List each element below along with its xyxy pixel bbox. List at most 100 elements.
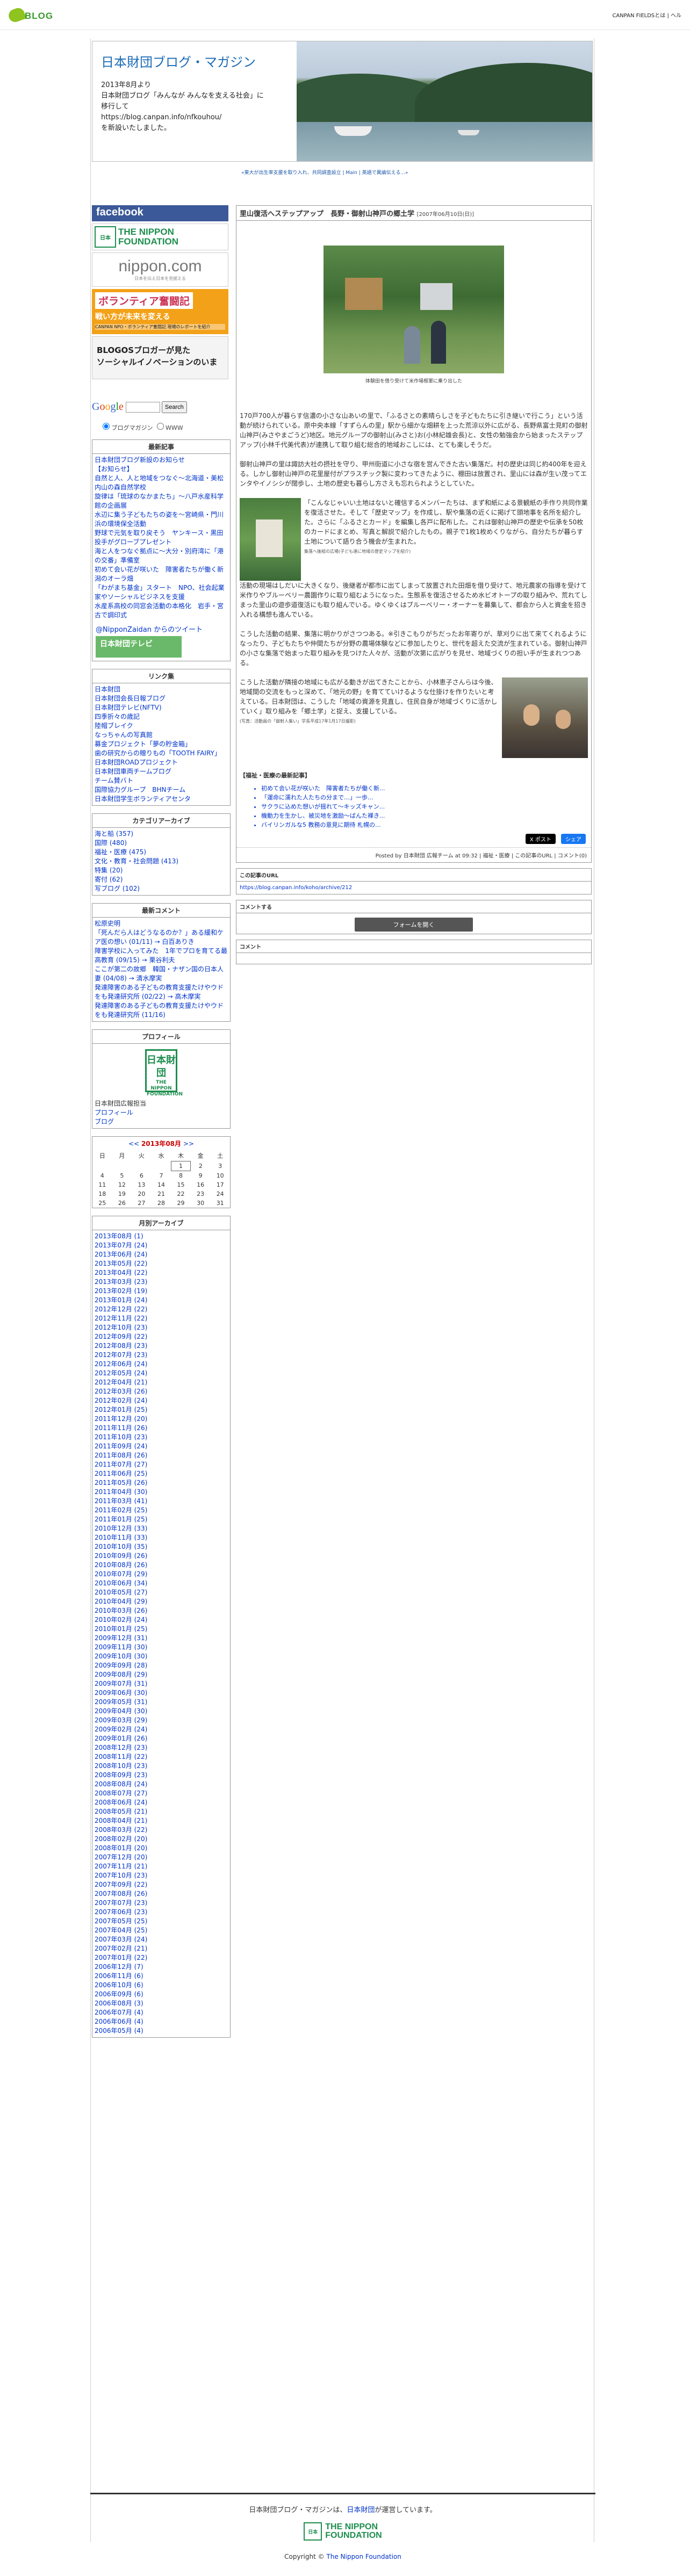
external-link[interactable]: 募金プロジェクト「夢の貯金箱」 [95,740,228,749]
archive-link[interactable]: 2006年05月 (4) [95,2026,228,2036]
related-post-link[interactable]: バイリンガルな5 教務の意見に期待 札幌の... [261,820,588,829]
archive-link[interactable]: 2012年01月 (25) [95,1405,228,1415]
archive-link[interactable]: 2009年12月 (31) [95,1634,228,1643]
archive-link[interactable]: 2011年05月 (26) [95,1478,228,1488]
archive-link[interactable]: 2011年08月 (26) [95,1451,228,1460]
archive-link[interactable]: 2006年08月 (3) [95,1999,228,2008]
search-button[interactable]: Search [161,401,187,413]
calendar-day[interactable]: 28 [152,1199,171,1208]
archive-link[interactable]: 2006年10月 (6) [95,1981,228,1990]
category-link[interactable]: 国際 (480) [95,839,228,848]
archive-link[interactable]: 2007年11月 (21) [95,1862,228,1871]
archive-link[interactable]: 2006年09月 (6) [95,1990,228,1999]
archive-link[interactable]: 2008年09月 (23) [95,1771,228,1780]
comment-link[interactable]: ここが第二の故郷 韓国・ナザン国の日本人妻 (04/08) → 清水摩実 [95,965,228,983]
external-link[interactable]: チーム賛バト [95,776,228,785]
archive-link[interactable]: 2012年05月 (24) [95,1369,228,1378]
recent-post-link[interactable]: 【お知らせ】 [95,465,228,474]
calendar-day[interactable]: 1 [170,1161,191,1171]
radio-www[interactable] [156,423,164,430]
archive-link[interactable]: 2012年12月 (22) [95,1305,228,1314]
archive-link[interactable]: 2010年03月 (26) [95,1606,228,1615]
archive-link[interactable]: 2010年09月 (26) [95,1552,228,1561]
archive-link[interactable]: 2010年02月 (24) [95,1615,228,1625]
calendar-day[interactable]: 8 [171,1171,191,1181]
comment-link[interactable]: 発達障害のある子どもの教育支援たけやウドをも発達研究所 (11/16) [95,1001,228,1020]
archive-link[interactable]: 2009年10月 (30) [95,1652,228,1661]
external-link[interactable]: 日本財団学生ボランティアセンタ [95,795,228,804]
archive-link[interactable]: 2011年06月 (25) [95,1469,228,1478]
archive-link[interactable]: 2008年07月 (27) [95,1789,228,1798]
comment-link[interactable]: 発達障害のある子どもの教育支援たけやウドをも発達研究所 (02/22) → 高木… [95,983,228,1001]
category-link[interactable]: 海と船 (357) [95,829,228,839]
external-link[interactable]: なっちゃんの写真館 [95,731,228,740]
external-link[interactable]: 日本財団 [95,685,228,694]
profile-link[interactable]: プロフィール [95,1108,228,1117]
archive-link[interactable]: 2009年08月 (29) [95,1670,228,1679]
calendar-day[interactable]: 4 [92,1171,112,1181]
archive-link[interactable]: 2013年03月 (23) [95,1278,228,1287]
archive-link[interactable]: 2011年10月 (23) [95,1433,228,1442]
archive-link[interactable]: 2008年10月 (23) [95,1762,228,1771]
external-link[interactable]: 歯の研究からの贈りもの「TOOTH FAIRY」 [95,749,228,758]
article-url[interactable]: https://blog.canpan.info/koho/archive/21… [236,882,591,894]
external-link[interactable]: 陸帽ブレイク [95,721,228,731]
calendar-day[interactable]: 19 [112,1189,132,1199]
archive-link[interactable]: 2011年02月 (25) [95,1506,228,1515]
archive-link[interactable]: 2013年02月 (19) [95,1287,228,1296]
calendar-day[interactable]: 25 [92,1199,112,1208]
archive-link[interactable]: 2012年03月 (26) [95,1387,228,1396]
archive-link[interactable]: 2010年12月 (33) [95,1524,228,1533]
archive-link[interactable]: 2008年01月 (20) [95,1844,228,1853]
archive-link[interactable]: 2008年03月 (22) [95,1825,228,1835]
nippon-com-banner[interactable]: nippon.com 日本を伝え日本を見据える [92,252,228,287]
twitter-link[interactable]: @NipponZaidan からのツイート [92,622,230,636]
search-input[interactable] [125,401,160,413]
nippon-foundation-banner[interactable]: 日本 THE NIPPON FOUNDATION [92,223,228,250]
related-post-link[interactable]: 機動力を生かし、被災地を激励〜ばんた裸き... [261,811,588,820]
calendar-day[interactable]: 21 [152,1189,171,1199]
external-link[interactable]: 四季折々の歳記 [95,712,228,721]
category-link[interactable]: 文化・教育・社会問題 (413) [95,857,228,866]
calendar-day[interactable]: 12 [112,1180,132,1189]
archive-link[interactable]: 2007年06月 (23) [95,1908,228,1917]
external-link[interactable]: 日本財団車両チームブログ [95,767,228,776]
recent-post-link[interactable]: 自然と人、人と地域をつなぐ〜北海道・美松内山の森自然学校 [95,474,228,492]
archive-link[interactable]: 2012年02月 (24) [95,1396,228,1405]
archive-link[interactable]: 2012年11月 (22) [95,1314,228,1323]
archive-link[interactable]: 2013年04月 (22) [95,1268,228,1278]
facebook-share-button[interactable]: シェア [561,834,586,844]
open-form-button[interactable]: フォームを開く [355,918,473,932]
category-link[interactable]: 写ブログ (102) [95,884,228,893]
calendar-day[interactable]: 2 [191,1161,211,1171]
archive-link[interactable]: 2007年02月 (21) [95,1944,228,1953]
footer-foundation-link[interactable]: 日本財団 [347,2506,375,2514]
archive-link[interactable]: 2007年03月 (24) [95,1935,228,1944]
blog-title[interactable]: 日本財団ブログ・マガジン [101,53,288,73]
breadcrumb[interactable]: «東大が出生率支援を取り入れ、共同調査設立 | Main | 英語で異論伝える.… [241,169,591,177]
archive-link[interactable]: 2013年06月 (24) [95,1250,228,1259]
archive-link[interactable]: 2012年10月 (23) [95,1323,228,1332]
archive-link[interactable]: 2009年02月 (24) [95,1725,228,1734]
archive-link[interactable]: 2013年01月 (24) [95,1296,228,1305]
comment-link[interactable]: 障害学校に入ってみた 1年でプロを育てる最高教育 (09/15) → 栗谷利夫 [95,947,228,965]
archive-link[interactable]: 2010年08月 (26) [95,1561,228,1570]
archive-link[interactable]: 2012年09月 (22) [95,1332,228,1341]
archive-link[interactable]: 2007年05月 (25) [95,1917,228,1926]
canpan-blog-logo[interactable]: BLOG [6,6,73,24]
x-post-button[interactable]: X ポスト [525,834,556,844]
recent-post-link[interactable]: 野球で元気を取り戻そう ヤンキース・黒田投手がグローブプレゼント [95,529,228,547]
calendar-day[interactable]: 20 [132,1189,152,1199]
archive-link[interactable]: 2011年12月 (20) [95,1415,228,1424]
related-post-link[interactable]: 「運命に濡れた人たちの分まで…」一歩... [261,793,588,802]
archive-link[interactable]: 2008年12月 (23) [95,1743,228,1752]
calendar-day[interactable]: 14 [152,1180,171,1189]
archive-link[interactable]: 2008年02月 (20) [95,1835,228,1844]
nftv-banner[interactable]: 日本財団テレビ [96,636,182,658]
archive-link[interactable]: 2011年01月 (25) [95,1515,228,1524]
archive-link[interactable]: 2009年06月 (30) [95,1689,228,1698]
footer-logo[interactable]: 日本 THE NIPPON FOUNDATION [300,2521,386,2542]
recent-post-link[interactable]: 旋律は「琉球のなかまたち」〜八戸水産科学館の企画展 [95,492,228,510]
calendar-day[interactable]: 13 [132,1180,152,1189]
archive-link[interactable]: 2007年12月 (20) [95,1853,228,1862]
